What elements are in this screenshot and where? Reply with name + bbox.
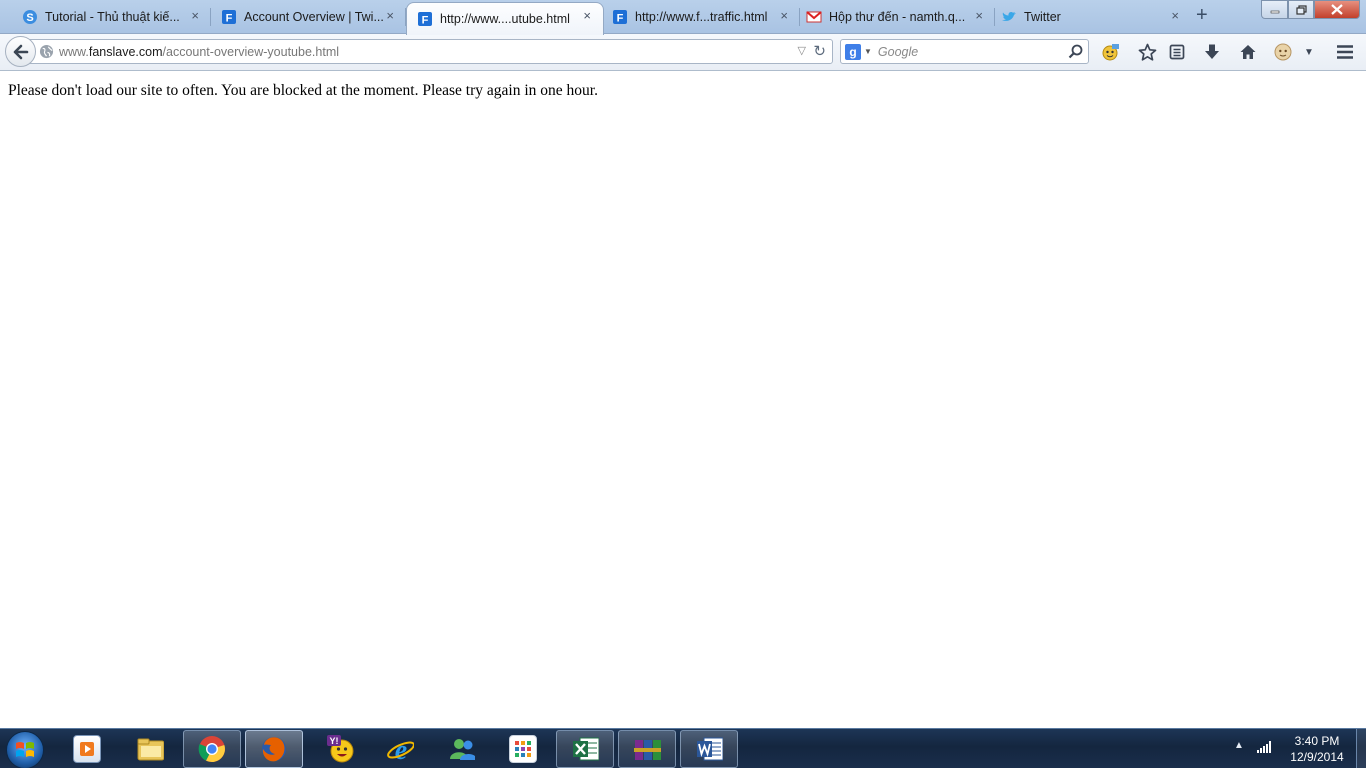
tab-active-youtube[interactable]: F http://www....utube.html × — [406, 2, 604, 35]
taskbar-word[interactable] — [680, 730, 738, 768]
search-icon[interactable] — [1068, 44, 1083, 59]
start-button[interactable] — [6, 731, 44, 768]
word-icon — [695, 735, 723, 763]
search-placeholder: Google — [877, 44, 919, 59]
blocked-message: Please don't load our site to often. You… — [8, 82, 598, 99]
svg-text:e: e — [395, 735, 407, 763]
apps-grid-icon — [509, 735, 537, 763]
home-icon[interactable] — [1237, 41, 1259, 63]
google-engine-icon[interactable]: g — [845, 43, 861, 60]
fanslave-favicon-icon: F — [221, 9, 237, 25]
url-history-dropdown-icon[interactable]: ▽ — [798, 44, 806, 57]
yahoo-messenger-icon: Y! — [326, 735, 354, 763]
svg-text:F: F — [226, 12, 233, 24]
folder-icon — [136, 735, 164, 763]
tab-close-icon[interactable]: × — [1171, 9, 1179, 23]
back-button[interactable] — [5, 36, 36, 67]
fanslave-favicon-icon: F — [417, 11, 433, 27]
globe-icon — [39, 44, 54, 59]
search-bar[interactable]: g ▼ Google — [840, 39, 1089, 64]
navigation-toolbar: www. fanslave.com/account-overview-youtub… — [0, 34, 1366, 71]
taskbar-internet-explorer[interactable]: e — [371, 730, 429, 768]
tab-title: Twitter — [1024, 9, 1061, 24]
tab-gmail[interactable]: Hộp thư đến - namth.q... × — [800, 3, 995, 30]
restore-button[interactable] — [1288, 0, 1314, 19]
close-window-button[interactable] — [1314, 0, 1360, 19]
new-tab-button[interactable]: + — [1196, 4, 1208, 26]
taskbar-media-player[interactable] — [58, 730, 116, 768]
internet-explorer-icon: e — [386, 735, 414, 763]
tab-strip: S Tutorial - Thủ thuật kiế... × F Accoun… — [0, 0, 1366, 35]
twitter-favicon-icon — [1001, 9, 1017, 25]
tab-close-icon[interactable]: × — [583, 9, 591, 23]
restore-icon — [1295, 4, 1307, 15]
close-icon — [1331, 4, 1343, 15]
bookmark-star-icon[interactable] — [1136, 41, 1158, 63]
excel-icon — [571, 735, 599, 763]
tab-tutorial[interactable]: S Tutorial - Thủ thuật kiế... × — [0, 3, 211, 30]
gmail-favicon-icon — [806, 9, 822, 25]
taskbar-yahoo-messenger[interactable]: Y! — [311, 730, 369, 768]
bookmarks-menu-icon[interactable] — [1166, 41, 1188, 63]
media-player-icon — [73, 735, 101, 763]
taskbar-winrar[interactable] — [618, 730, 676, 768]
svg-text:S: S — [26, 12, 33, 24]
taskbar-messenger[interactable] — [432, 730, 490, 768]
fanslave-favicon-icon: F — [612, 9, 628, 25]
page-content: Please don't load our site to often. You… — [0, 72, 1366, 728]
url-path: /account-overview-youtube.html — [162, 44, 340, 59]
url-host: fanslave.com — [88, 44, 163, 59]
chrome-icon — [198, 735, 226, 763]
addon-dropdown-icon[interactable]: ▼ — [1298, 41, 1320, 63]
tab-title: Account Overview | Twi... — [244, 9, 384, 24]
tab-twitter[interactable]: Twitter × — [995, 3, 1191, 30]
svg-text:Y!: Y! — [330, 736, 339, 746]
reload-icon[interactable]: ↻ — [813, 42, 826, 60]
firefox-icon — [260, 735, 288, 763]
tab-close-icon[interactable]: × — [191, 9, 199, 23]
taskbar-excel[interactable] — [556, 730, 614, 768]
network-signal-icon[interactable] — [1257, 741, 1271, 753]
tab-title: http://www....utube.html — [440, 12, 570, 26]
tab-title: Hộp thư đến - namth.q... — [829, 9, 966, 24]
tab-title: Tutorial - Thủ thuật kiế... — [45, 9, 180, 24]
addon-icon[interactable] — [1099, 41, 1121, 63]
show-desktop-button[interactable] — [1356, 729, 1366, 768]
tab-close-icon[interactable]: × — [780, 9, 788, 23]
windows-logo-icon — [16, 742, 34, 757]
tab-close-icon[interactable]: × — [975, 9, 983, 23]
back-arrow-icon — [13, 44, 28, 59]
tab-traffic[interactable]: F http://www.f...traffic.html × — [604, 3, 800, 30]
tab-title: http://www.f...traffic.html — [635, 9, 768, 24]
taskbar-explorer[interactable] — [121, 730, 179, 768]
system-clock[interactable]: 3:40 PM 12/9/2014 — [1278, 733, 1356, 765]
url-prefix: www. — [59, 44, 89, 59]
tab-close-icon[interactable]: × — [386, 9, 394, 23]
svg-text:F: F — [422, 15, 429, 27]
show-hidden-icons-icon[interactable]: ▲ — [1234, 740, 1244, 751]
sync-avatar-icon[interactable] — [1272, 41, 1294, 63]
tab-account-overview[interactable]: F Account Overview | Twi... × — [211, 3, 406, 30]
clock-date: 12/9/2014 — [1290, 750, 1344, 764]
tutorial-favicon-icon: S — [22, 9, 38, 25]
downloads-icon[interactable] — [1201, 41, 1223, 63]
taskbar-firefox[interactable] — [245, 730, 303, 768]
url-bar[interactable]: www. fanslave.com/account-overview-youtub… — [22, 39, 833, 64]
winrar-books-icon — [633, 735, 661, 763]
hamburger-menu-icon[interactable] — [1334, 41, 1356, 63]
engine-dropdown-icon[interactable]: ▼ — [864, 47, 872, 56]
minimize-button[interactable] — [1261, 0, 1288, 19]
messenger-people-icon — [447, 735, 475, 763]
taskbar-chrome[interactable] — [183, 730, 241, 768]
taskbar-apps-grid[interactable] — [494, 730, 552, 768]
svg-text:F: F — [617, 12, 624, 24]
clock-time: 3:40 PM — [1294, 734, 1340, 748]
minimize-icon — [1270, 10, 1279, 13]
taskbar: Y! e — [0, 728, 1366, 768]
